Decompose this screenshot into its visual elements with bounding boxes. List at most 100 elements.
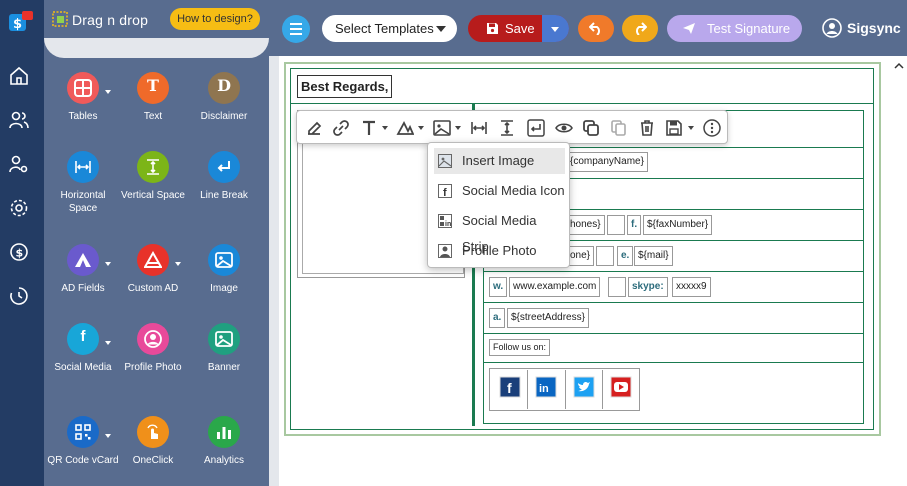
email-key[interactable]: e. bbox=[617, 246, 634, 266]
tile-custom-ad[interactable]: Custom AD bbox=[117, 244, 189, 295]
phone-field[interactable]: hones} bbox=[566, 215, 605, 235]
tile-oneclick[interactable]: OneClick bbox=[117, 416, 189, 467]
mobile-field[interactable]: one} bbox=[566, 246, 595, 266]
tile-image[interactable]: Image bbox=[188, 244, 260, 295]
preview-eye-icon[interactable] bbox=[555, 119, 573, 137]
web-field[interactable]: www.example.com bbox=[509, 277, 601, 297]
menu-item-social-media-strip[interactable]: in Social Media Strip bbox=[434, 208, 565, 254]
left-rail: $ $ bbox=[0, 0, 44, 486]
row-divider bbox=[483, 362, 864, 363]
tile-horizontal-space[interactable]: Horizontal Space bbox=[47, 151, 119, 215]
address-key[interactable]: a. bbox=[489, 308, 506, 328]
skype-field[interactable]: xxxxx9 bbox=[672, 277, 711, 297]
copy-icon[interactable] bbox=[610, 119, 628, 137]
scroll-up-icon[interactable] bbox=[894, 61, 904, 71]
table-icon bbox=[67, 72, 99, 104]
chevron-down-icon[interactable] bbox=[105, 434, 111, 438]
horizontal-space-icon[interactable] bbox=[470, 119, 488, 137]
undo-icon bbox=[589, 22, 600, 35]
empty-field[interactable] bbox=[596, 246, 614, 266]
chevron-down-icon[interactable] bbox=[175, 262, 181, 266]
tile-vertical-space[interactable]: Vertical Space bbox=[117, 151, 189, 202]
fax-key[interactable]: f. bbox=[627, 215, 642, 235]
select-templates-dropdown[interactable]: Select Templates bbox=[322, 15, 457, 42]
tile-qr-code[interactable]: QR Code vCard bbox=[47, 416, 119, 467]
app-logo-icon[interactable]: $ bbox=[9, 11, 33, 33]
greeting-text[interactable]: Best Regards, bbox=[297, 75, 393, 98]
history-icon[interactable] bbox=[9, 286, 29, 306]
menu-item-social-media-icon[interactable]: f Social Media Icon bbox=[434, 178, 565, 204]
undo-button[interactable] bbox=[578, 15, 614, 42]
menu-icon[interactable] bbox=[282, 15, 310, 43]
user-settings-icon[interactable] bbox=[9, 154, 29, 174]
tile-analytics[interactable]: Analytics bbox=[188, 416, 260, 467]
fax-field[interactable]: ${faxNumber} bbox=[643, 215, 713, 235]
email-field[interactable]: ${mail} bbox=[634, 246, 673, 266]
users-icon[interactable] bbox=[9, 110, 29, 130]
chevron-down-icon[interactable] bbox=[105, 341, 111, 345]
chevron-down-icon[interactable] bbox=[105, 262, 111, 266]
duplicate-icon[interactable] bbox=[582, 119, 600, 137]
skype-key[interactable]: skype: bbox=[628, 277, 668, 297]
chevron-down-icon[interactable] bbox=[688, 126, 694, 130]
menu-item-label: Social Media Icon bbox=[462, 183, 565, 198]
web-key[interactable]: w. bbox=[489, 277, 508, 297]
tile-label: Line Break bbox=[200, 190, 248, 201]
horizontal-space-icon bbox=[67, 151, 99, 183]
settings-icon[interactable] bbox=[9, 198, 29, 218]
test-signature-button[interactable]: Test Signature bbox=[667, 15, 802, 42]
youtube-icon[interactable] bbox=[610, 376, 632, 398]
follow-us-label[interactable]: Follow us on: bbox=[489, 339, 551, 356]
linkedin-icon[interactable]: in bbox=[535, 376, 557, 398]
save-element-icon[interactable] bbox=[665, 119, 683, 137]
facebook-icon[interactable]: f bbox=[499, 376, 521, 398]
save-button[interactable]: Save bbox=[468, 15, 569, 42]
oneclick-icon bbox=[137, 416, 169, 448]
svg-text:in: in bbox=[539, 383, 549, 395]
link-icon[interactable] bbox=[332, 119, 350, 137]
menu-item-insert-image[interactable]: Insert Image bbox=[434, 148, 565, 174]
tile-line-break[interactable]: Line Break bbox=[188, 151, 260, 202]
line-break-icon bbox=[208, 151, 240, 183]
empty-field[interactable] bbox=[608, 277, 626, 297]
tile-disclaimer[interactable]: D Disclaimer bbox=[188, 72, 260, 123]
delete-icon[interactable] bbox=[638, 119, 656, 137]
svg-text:f: f bbox=[443, 187, 447, 198]
chevron-down-icon[interactable] bbox=[455, 126, 461, 130]
tile-banner[interactable]: Banner bbox=[188, 323, 260, 374]
text-format-icon[interactable] bbox=[360, 119, 378, 137]
empty-field[interactable] bbox=[607, 215, 625, 235]
redo-button[interactable] bbox=[622, 15, 658, 42]
insert-image-icon[interactable] bbox=[433, 119, 451, 137]
menu-item-profile-photo[interactable]: Profile Photo bbox=[434, 238, 565, 264]
chevron-down-icon[interactable] bbox=[382, 126, 388, 130]
chevron-down-icon[interactable] bbox=[418, 126, 424, 130]
tile-tables[interactable]: Tables bbox=[47, 72, 119, 123]
billing-icon[interactable]: $ bbox=[9, 242, 29, 262]
more-options-icon[interactable] bbox=[703, 119, 721, 137]
vertical-space-icon[interactable] bbox=[498, 119, 516, 137]
save-options-dropdown[interactable] bbox=[542, 15, 569, 42]
panel-header: Drag n drop How to design? bbox=[44, 0, 269, 38]
tile-social-media[interactable]: f Social Media bbox=[47, 323, 119, 374]
chevron-down-icon[interactable] bbox=[105, 90, 111, 94]
social-divider bbox=[602, 370, 603, 409]
color-icon[interactable] bbox=[396, 119, 414, 137]
tile-text[interactable]: T Text bbox=[117, 72, 189, 123]
company-name-field[interactable]: {companyName} bbox=[566, 152, 648, 172]
user-avatar-icon[interactable] bbox=[822, 18, 842, 38]
twitter-icon[interactable] bbox=[573, 376, 595, 398]
address-field[interactable]: ${streetAddress} bbox=[507, 308, 589, 328]
home-icon[interactable] bbox=[9, 66, 29, 86]
tile-label: Tables bbox=[68, 111, 98, 122]
svg-text:$: $ bbox=[16, 247, 24, 260]
social-media-icon: f bbox=[67, 323, 99, 355]
user-name[interactable]: Sigsync bbox=[847, 20, 901, 36]
tile-label: Profile Photo bbox=[124, 362, 182, 373]
tile-ad-fields[interactable]: AD Fields bbox=[47, 244, 119, 295]
how-to-design-button[interactable]: How to design? bbox=[170, 8, 260, 30]
qr-code-icon bbox=[67, 416, 99, 448]
tile-profile-photo[interactable]: Profile Photo bbox=[117, 323, 189, 374]
edit-icon[interactable] bbox=[305, 119, 323, 137]
line-break-icon[interactable] bbox=[527, 119, 545, 137]
